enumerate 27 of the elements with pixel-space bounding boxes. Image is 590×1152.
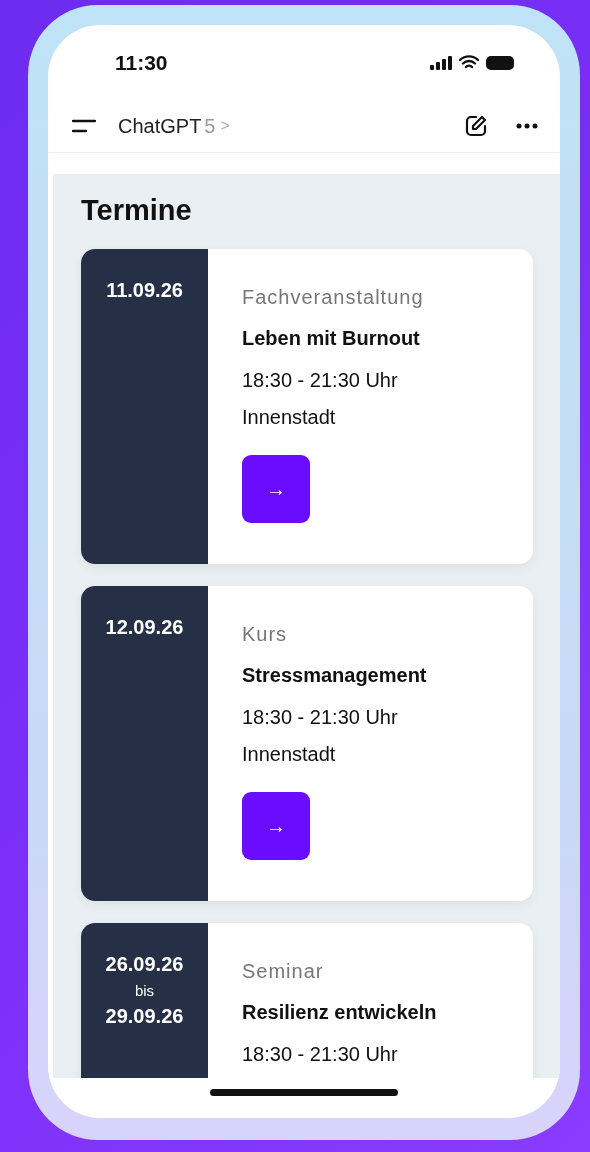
app-title[interactable]: ChatGPT [118,114,202,138]
more-icon[interactable] [516,123,538,129]
event-place: Innenstadt [242,406,337,429]
section-heading: Termine [81,194,193,227]
menu-icon[interactable] [72,119,96,133]
event-title: Resilienz entwickeln [242,1001,437,1024]
event-title: Stressmanagement [242,664,427,687]
event-category: Fachveranstaltung [242,286,424,309]
event-date: 11.09.26 [106,279,183,302]
battery-icon [486,55,516,70]
arrow-button[interactable]: → [242,455,310,523]
event-category: Kurs [242,623,289,646]
event-title: Leben mit Burnout [242,327,421,350]
arrow-button[interactable]: → [242,792,310,860]
event-category: Seminar [242,960,325,983]
event-place: Innenstadt [242,743,337,766]
edit-icon[interactable] [464,114,488,138]
event-time: 18:30 - 21:30 Uhr [242,1043,399,1066]
date-separator: bis [134,982,155,999]
signal-icon [430,55,452,70]
status-time: 11:30 [115,50,168,75]
event-time: 18:30 - 21:30 Uhr [242,706,399,729]
wifi-icon [459,55,479,70]
event-time: 18:30 - 21:30 Uhr [242,369,399,392]
event-date: 26.09.26 [105,953,184,976]
event-date: 12.09.26 [105,616,184,639]
event-date: 29.09.26 [105,1005,184,1028]
